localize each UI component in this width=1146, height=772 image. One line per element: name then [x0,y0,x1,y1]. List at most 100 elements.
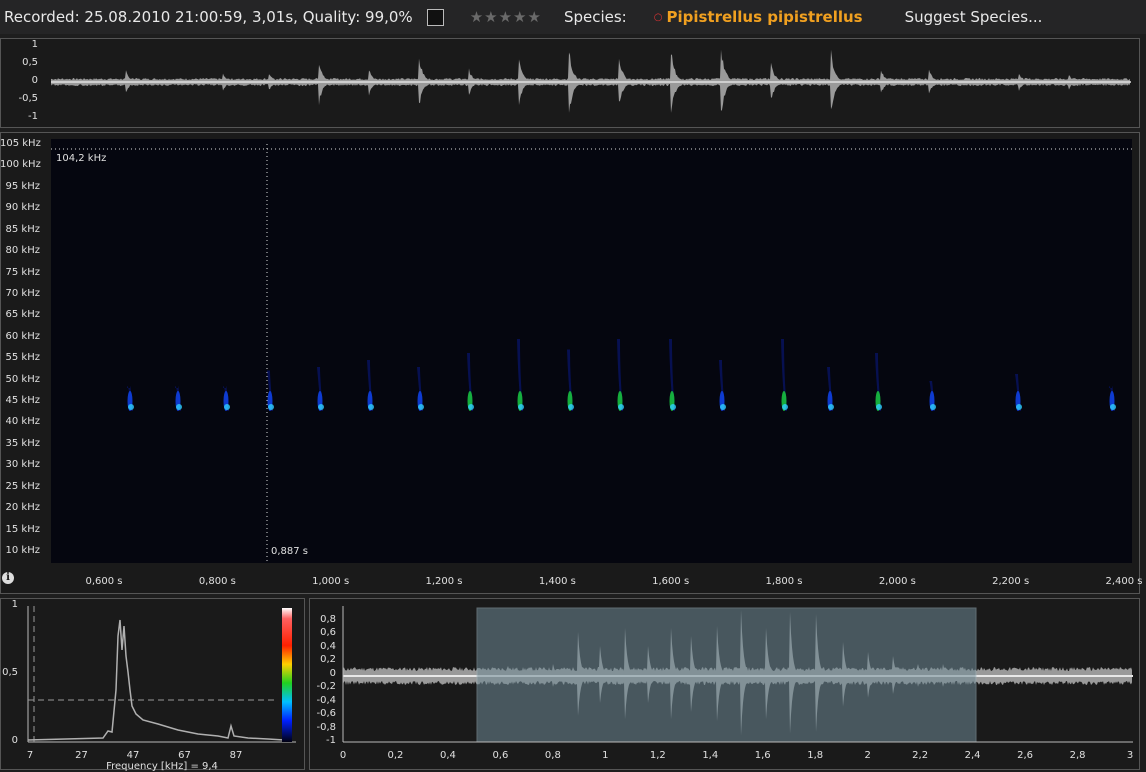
select-checkbox[interactable] [426,8,444,26]
overview-y-tick: 0 [329,667,336,679]
overview-plot[interactable] [342,606,1133,743]
overview-x-tick: 1,2 [649,750,666,761]
call-core [670,404,676,410]
spectrum-x-tick: 27 [75,750,88,761]
spectrogram-y-tick: 85 kHz [5,223,40,235]
spectrogram-y-tick: 55 kHz [5,352,40,364]
spectrogram-y-tick: 75 kHz [5,266,40,278]
overview-x-tick: 0,4 [439,750,456,761]
spectrum-plot[interactable] [27,606,296,743]
spectrogram-y-tick: 100 kHz [0,159,41,171]
spectrogram-x-tick: 2,200 s [992,576,1030,587]
overview-y-tick: 0,2 [320,654,336,666]
waveform-plot[interactable] [51,46,1131,118]
call-core [930,404,936,410]
cursor-time-label: 0,887 s [271,546,309,557]
spectrum-x-tick: 87 [229,750,243,761]
call-core [876,404,882,410]
call-core [782,404,788,410]
call-core [568,404,574,410]
species-status-icon: ○ [653,11,663,23]
overview-x-tick: 0 [339,750,347,761]
call-core [368,404,374,410]
overview-y-tick: -0,4 [316,694,336,706]
call-core [618,404,624,410]
overview-x-tick: 0,6 [492,750,509,761]
spectrogram-x-tick: 1,200 s [425,576,463,587]
waveform-y-tick: 0 [31,75,38,86]
overview-x-tick: 1,6 [754,750,771,761]
spectrogram-x-tick: 0,800 s [198,576,236,587]
spectrogram-y-tick: 25 kHz [5,480,40,492]
spectrogram-plot[interactable] [51,139,1132,563]
call-core [1110,404,1116,410]
species-name[interactable]: Pipistrellus pipistrellus [666,8,862,26]
overview-x-tick: 1,4 [702,750,719,761]
info-icon[interactable]: i [2,572,14,584]
overview-x-tick: 2,4 [964,750,981,761]
call-core [720,404,726,410]
spectrogram-y-tick: 80 kHz [5,245,40,257]
spectrogram-x-tick: 1,000 s [312,576,350,587]
spectrogram-y-tick: 95 kHz [5,180,40,192]
overview-x-tick: 0,8 [544,750,561,761]
spectrogram-x-tick: 1,600 s [652,576,690,587]
call-core [268,404,274,410]
spectrogram-y-tick: 10 kHz [5,545,40,556]
cursor-frequency-label: 104,2 kHz [56,153,107,164]
overview-x-tick: 2,6 [1017,750,1034,761]
waveform-y-tick: -1 [28,111,38,122]
spectrogram-y-tick: 45 kHz [5,395,40,407]
spectrum-curve [27,619,285,741]
spectrogram-y-tick: 90 kHz [5,202,40,214]
suggest-species-button[interactable]: Suggest Species... [905,8,1043,26]
overview-x-tick: 0,2 [387,750,404,761]
overview-x-tick: 2 [864,750,871,761]
call-core [418,404,424,410]
spectrum-x-tick: 47 [126,750,140,761]
overview-x-tick: 1,8 [807,750,824,761]
call-core [224,404,230,410]
overview-y-tick: -0,8 [316,721,336,733]
spectrum-x-label: Frequency [kHz] = 9,4 [106,761,218,772]
call-core [128,404,134,410]
selection-range[interactable] [476,607,977,743]
overview-x-tick: 3 [1126,750,1134,761]
call-core [468,404,474,410]
spectrogram-x-tick: 2,400 s [1105,576,1143,587]
call-core [518,404,524,410]
info-bar: Recorded: 25.08.2010 21:00:59, 3,01s, Qu… [0,0,1146,34]
spectrogram-x-tick: 1,400 s [538,576,576,587]
call-core [1016,404,1022,410]
call-core [318,404,324,410]
overview-y-tick: 0,4 [320,640,336,652]
spectrum-x-tick: 67 [178,750,191,761]
spectrogram-x-tick: 0,600 s [85,576,123,587]
waveform-trace [51,49,1130,113]
spectrogram-y-tick: 20 kHz [5,502,40,514]
rating-stars[interactable]: ★★★★★ [470,8,542,26]
recording-info: Recorded: 25.08.2010 21:00:59, 3,01s, Qu… [4,8,413,26]
overview-y-tick: 0,6 [320,627,336,639]
call-core [176,404,182,410]
overview-x-tick: 2,2 [912,750,929,761]
call-core [828,404,834,410]
spectrum-x-tick: 7 [26,750,34,761]
spectrum-y-tick: 1 [11,599,18,610]
spectrogram-y-tick: 105 kHz [0,138,41,149]
spectrogram-x-tick: 1,800 s [765,576,803,587]
spectrum-y-tick: 0,5 [2,667,18,678]
overview-y-tick: -1 [326,735,336,746]
spectrogram-y-tick: 40 kHz [5,416,40,428]
spectrogram-y-tick: 60 kHz [5,330,40,342]
spectrogram-y-tick: 30 kHz [5,459,40,471]
spectrogram-y-tick: 70 kHz [5,287,40,299]
overview-x-tick: 2,8 [1069,750,1086,761]
waveform-y-tick: 0,5 [22,57,38,68]
overview-x-tick: 1 [602,750,609,761]
spectrogram-y-tick: 50 kHz [5,373,40,385]
spectrogram-x-tick: 2,000 s [878,576,916,587]
overview-y-tick: 0,8 [320,614,336,625]
spectrogram-background [51,139,1132,563]
overview-y-tick: -0,6 [316,708,336,720]
